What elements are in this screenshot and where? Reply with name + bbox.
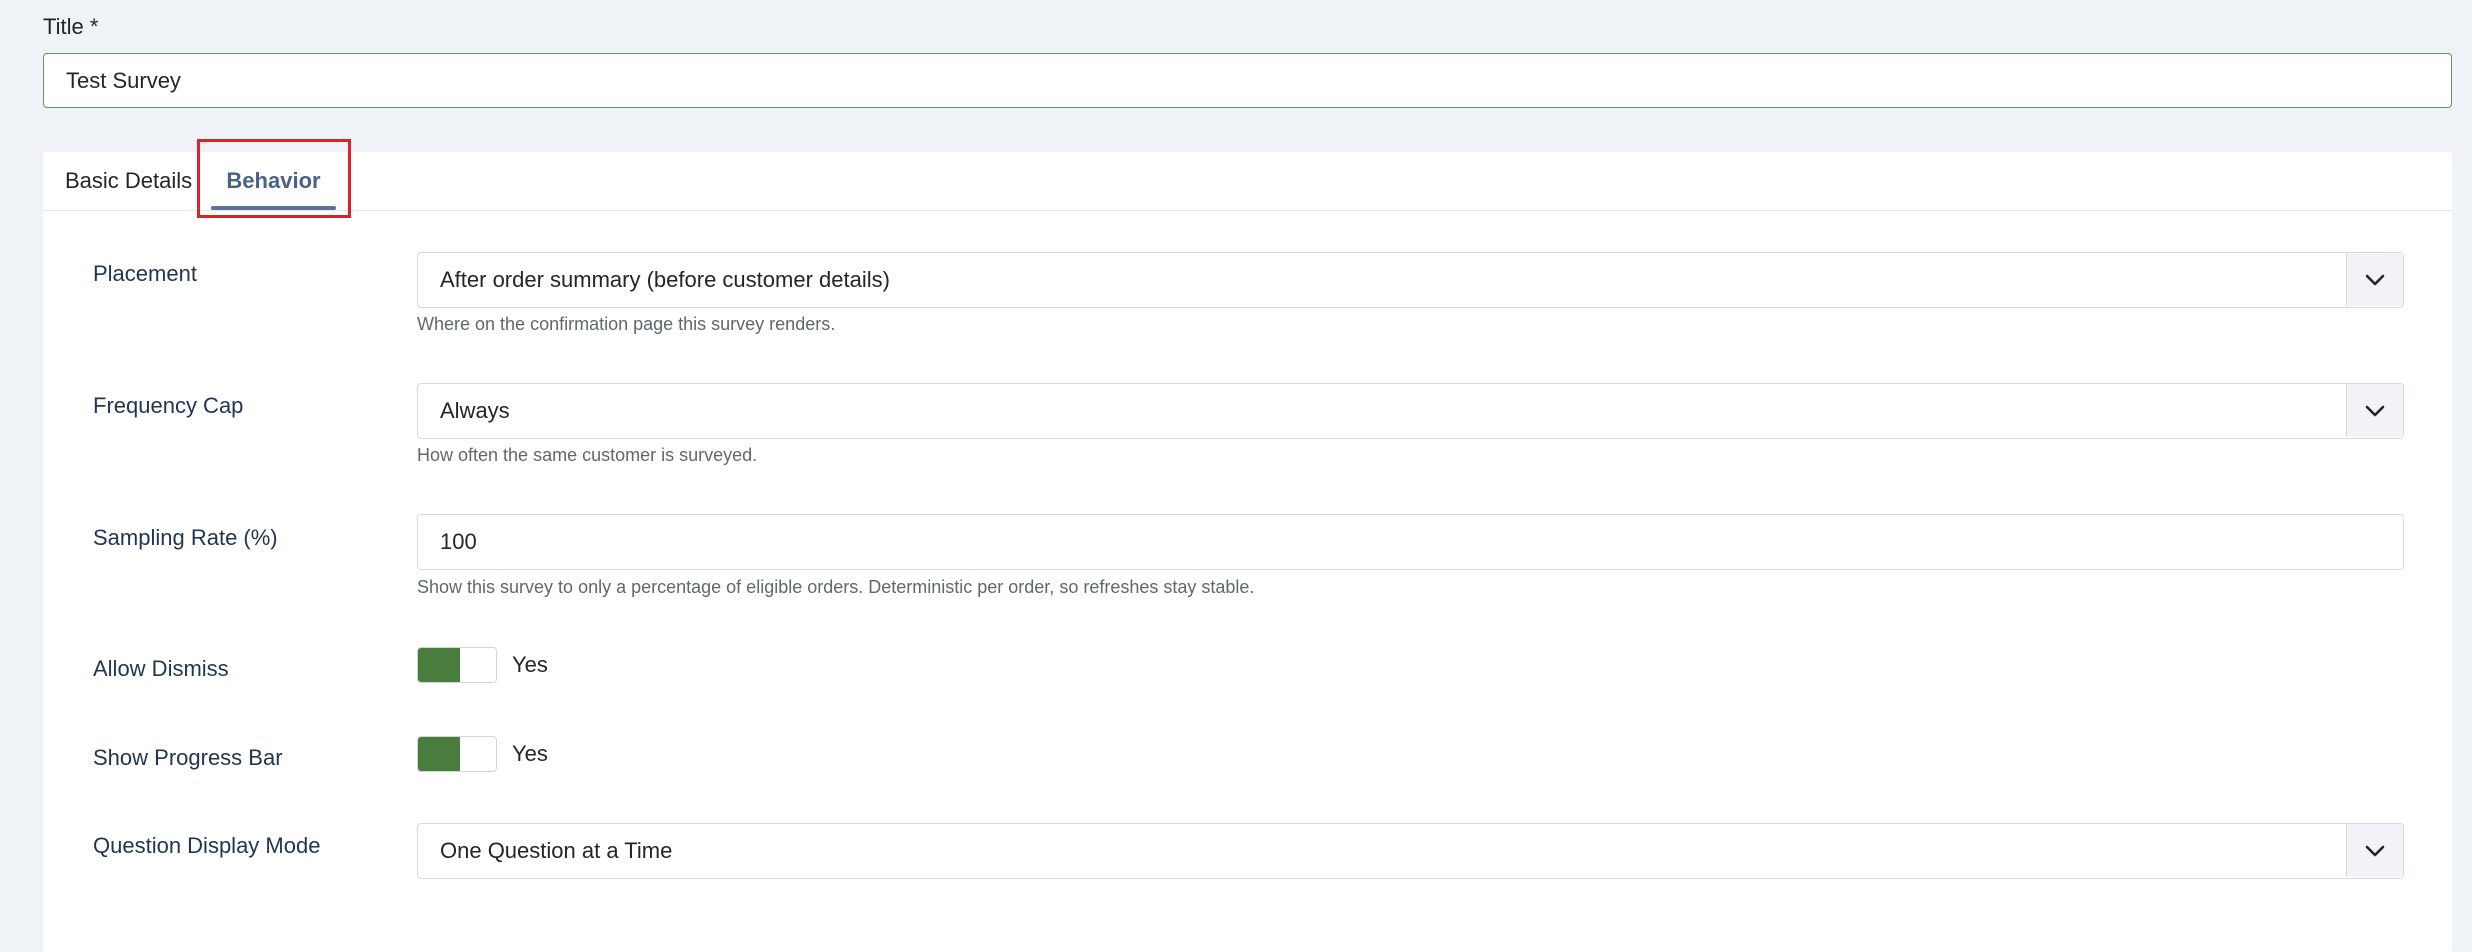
show-progress-bar-label: Show Progress Bar: [93, 745, 283, 770]
tab-basic-details[interactable]: Basic Details: [65, 152, 192, 210]
sampling-rate-input[interactable]: [417, 514, 2404, 570]
tab-behavior-label: Behavior: [226, 168, 321, 193]
question-display-mode-select[interactable]: One Question at a Time: [417, 823, 2404, 879]
placement-select[interactable]: After order summary (before customer det…: [417, 252, 2404, 308]
toggle-on-indicator: [418, 737, 460, 771]
tab-behavior[interactable]: Behavior: [211, 152, 336, 210]
question-display-mode-label: Question Display Mode: [93, 833, 321, 858]
placement-help: Where on the confirmation page this surv…: [417, 314, 836, 334]
title-input[interactable]: [43, 53, 2452, 108]
chevron-down-icon[interactable]: [2346, 253, 2403, 306]
show-progress-bar-state: Yes: [512, 741, 548, 766]
frequency-cap-label: Frequency Cap: [93, 393, 244, 418]
frequency-cap-help: How often the same customer is surveyed.: [417, 445, 758, 465]
title-label: Title *: [43, 14, 99, 39]
allow-dismiss-toggle[interactable]: [417, 647, 497, 683]
allow-dismiss-label: Allow Dismiss: [93, 656, 229, 681]
form-panel: Basic Details Behavior Placement After o…: [43, 139, 2452, 952]
frequency-cap-select[interactable]: Always: [417, 383, 2404, 439]
show-progress-bar-toggle[interactable]: [417, 736, 497, 772]
tab-bar: Basic Details Behavior: [43, 139, 2452, 218]
sampling-rate-label: Sampling Rate (%): [93, 525, 278, 550]
chevron-down-icon[interactable]: [2346, 824, 2403, 877]
allow-dismiss-state: Yes: [512, 652, 548, 677]
sampling-rate-help: Show this survey to only a percentage of…: [417, 577, 1255, 597]
chevron-down-icon[interactable]: [2346, 384, 2403, 437]
placement-label: Placement: [93, 261, 197, 286]
placement-value: After order summary (before customer det…: [440, 267, 890, 292]
question-display-mode-value: One Question at a Time: [440, 838, 673, 863]
frequency-cap-value: Always: [440, 398, 510, 423]
toggle-on-indicator: [418, 648, 460, 682]
active-tab-indicator: [211, 206, 336, 210]
